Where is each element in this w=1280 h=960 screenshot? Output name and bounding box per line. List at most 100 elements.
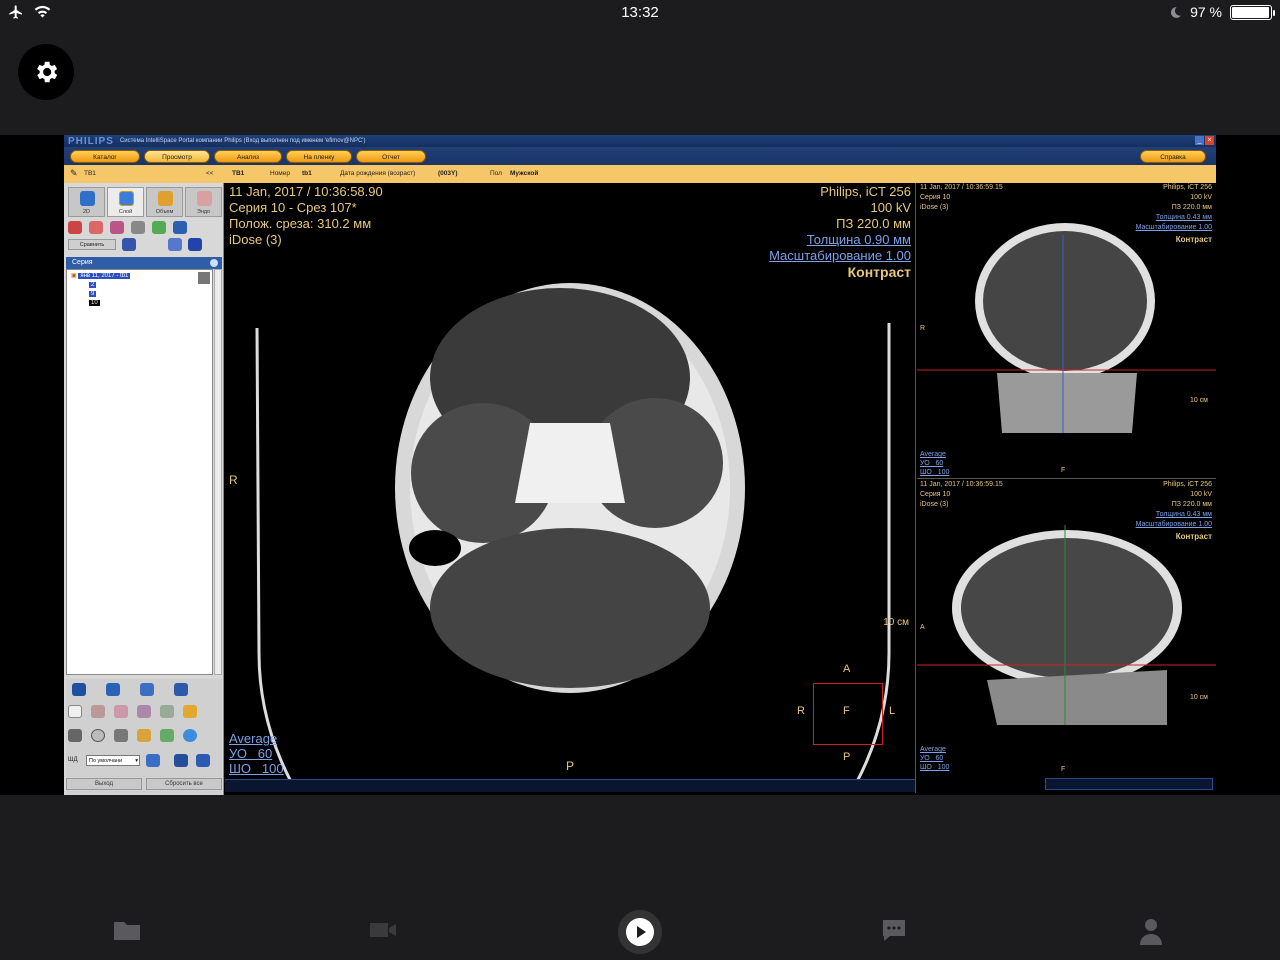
grid-tool-icon[interactable] bbox=[173, 221, 187, 234]
series-header: Серия bbox=[66, 257, 222, 269]
layout-tool-icon[interactable] bbox=[168, 238, 182, 251]
main-window-mode[interactable]: Average bbox=[229, 731, 277, 746]
chat-tab[interactable] bbox=[880, 918, 912, 946]
window-tool-icon[interactable] bbox=[137, 705, 151, 718]
compare-button[interactable]: Сравнить bbox=[68, 239, 116, 250]
menu-bar: Каталог Просмотр Анализ На пленку Отчет … bbox=[64, 147, 1216, 165]
link-tool-icon[interactable] bbox=[122, 238, 136, 251]
annotate-tool-icon[interactable] bbox=[160, 729, 174, 742]
sagittal-viewport[interactable]: 11 Jan, 2017 / 10:36:59.15 Серия 10 iDos… bbox=[917, 480, 1216, 793]
battery-fill bbox=[1232, 6, 1269, 18]
shd-select[interactable]: По умолчани ▾ bbox=[86, 755, 140, 766]
axial-slice-scrollbar[interactable] bbox=[225, 779, 915, 792]
main-wl[interactable]: УО 60 bbox=[229, 746, 272, 761]
circle-roi-icon[interactable] bbox=[183, 729, 197, 742]
coronal-wl[interactable]: УО 60 bbox=[920, 460, 943, 467]
coronal-ww[interactable]: ШО 100 bbox=[920, 469, 949, 476]
tool-tab-2d-label: 2D bbox=[82, 209, 91, 215]
menu-prosmotr[interactable]: Просмотр bbox=[144, 150, 210, 163]
layout-2-icon[interactable] bbox=[174, 754, 188, 767]
menu-otchet[interactable]: Отчет bbox=[356, 150, 426, 163]
series-header-label: Серия bbox=[72, 259, 93, 266]
coronal-window-mode[interactable]: Average bbox=[920, 451, 946, 458]
book-icon[interactable] bbox=[174, 683, 188, 696]
bone-tool-icon[interactable] bbox=[131, 221, 145, 234]
patient-number: tb1 bbox=[302, 170, 312, 177]
tool-tab-endo[interactable]: Эндо bbox=[185, 187, 222, 217]
video-tab[interactable] bbox=[368, 918, 400, 946]
lungs-tool-icon[interactable] bbox=[68, 221, 82, 234]
tool-tab-obem[interactable]: Объем bbox=[146, 187, 183, 217]
patient-tab[interactable]: ТВ1 bbox=[84, 170, 96, 177]
series-thumbnail[interactable] bbox=[198, 272, 210, 284]
coronal-series: Серия 10 bbox=[920, 194, 951, 201]
main-ww[interactable]: ШО 100 bbox=[229, 761, 284, 776]
play-tab[interactable] bbox=[618, 910, 662, 954]
angle-tool-icon[interactable] bbox=[114, 729, 128, 742]
app-root: 13:32 97 % PHILIPS Система IntelliSpace … bbox=[0, 0, 1280, 960]
hand-tool-icon[interactable] bbox=[91, 705, 105, 718]
main-thickness-link[interactable]: Толщина 0.90 мм bbox=[807, 232, 911, 247]
copy-icon[interactable] bbox=[140, 683, 154, 696]
coronal-scale-link[interactable]: Масштабирование 1.00 bbox=[1136, 224, 1212, 231]
tool-tab-sloy[interactable]: Слой bbox=[107, 187, 144, 217]
profile-tab[interactable] bbox=[1136, 916, 1168, 948]
main-idose: iDose (3) bbox=[229, 232, 282, 247]
pointer-tool-icon[interactable] bbox=[68, 705, 82, 718]
main-r-label: R bbox=[229, 473, 238, 487]
coronal-thickness-link[interactable]: Толщина 0.43 мм bbox=[1156, 214, 1212, 221]
menu-katalog[interactable]: Каталог bbox=[70, 150, 140, 163]
layout-1-icon[interactable] bbox=[146, 754, 160, 767]
sagittal-ww[interactable]: ШО 100 bbox=[920, 764, 949, 771]
orient-a: A bbox=[843, 663, 851, 675]
sagittal-window-mode[interactable]: Average bbox=[920, 746, 946, 753]
menu-analiz[interactable]: Анализ bbox=[214, 150, 282, 163]
folder-tab[interactable] bbox=[112, 918, 144, 946]
left-tool-panel: 2D Слой Объем Эндо Сравнить Серия ▣ янв … bbox=[64, 183, 224, 795]
series-collapse-icon[interactable] bbox=[210, 259, 218, 267]
sagittal-f-label: F bbox=[1061, 766, 1066, 773]
layout-3-icon[interactable] bbox=[196, 754, 210, 767]
coronal-contrast[interactable]: Контраст bbox=[1176, 235, 1212, 244]
series-scrollbar[interactable] bbox=[214, 269, 222, 675]
minimize-icon[interactable]: _ bbox=[1195, 136, 1204, 145]
zoom-tool-icon[interactable] bbox=[114, 705, 128, 718]
collapse-button[interactable]: << bbox=[206, 170, 214, 177]
series-root-item[interactable]: ▣ янв 11, 2017 - tb1 bbox=[71, 272, 131, 280]
ruler-tool-icon[interactable] bbox=[137, 729, 151, 742]
menu-na-plenku[interactable]: На пленку bbox=[286, 150, 352, 163]
battery-percent: 97 % bbox=[1190, 4, 1222, 20]
patient-tab-icon[interactable]: ✎ bbox=[70, 168, 78, 179]
line-tool-icon[interactable] bbox=[68, 729, 82, 742]
coronal-r-label: R bbox=[920, 325, 926, 332]
eraser-tool-icon[interactable] bbox=[183, 705, 197, 718]
ellipse-tool-icon[interactable] bbox=[91, 729, 105, 742]
sagittal-contrast[interactable]: Контраст bbox=[1176, 532, 1212, 541]
main-contrast[interactable]: Контраст bbox=[848, 264, 911, 280]
window-title: Система IntelliSpace Portal компании Phi… bbox=[119, 138, 366, 144]
exit-button[interactable]: Выход bbox=[66, 778, 142, 790]
sagittal-thickness-link[interactable]: Толщина 0.43 мм bbox=[1156, 511, 1212, 518]
main-scale-link[interactable]: Масштабирование 1.00 bbox=[769, 248, 911, 263]
series-item-9[interactable]: 9 bbox=[89, 290, 97, 298]
rotate-tool-icon[interactable] bbox=[160, 705, 174, 718]
settings-button[interactable] bbox=[18, 44, 74, 100]
tool-tab-endo-label: Эндо bbox=[196, 209, 211, 215]
series-item-2[interactable]: 2 bbox=[89, 281, 97, 289]
sagittal-scrollbar[interactable] bbox=[1045, 778, 1213, 790]
axial-viewport[interactable]: 11 Jan, 2017 / 10:36:58.90 Серия 10 - Ср… bbox=[225, 183, 916, 793]
menu-help[interactable]: Справка bbox=[1140, 150, 1206, 163]
sagittal-wl[interactable]: УО 60 bbox=[920, 755, 943, 762]
reset-all-button[interactable]: Сбросить все bbox=[146, 778, 222, 790]
save-icon[interactable] bbox=[72, 683, 86, 696]
camera-icon[interactable] bbox=[106, 683, 120, 696]
sagittal-scale-link[interactable]: Масштабирование 1.00 bbox=[1136, 521, 1212, 528]
tree-tool-icon[interactable] bbox=[152, 221, 166, 234]
vessel-tool-icon[interactable] bbox=[110, 221, 124, 234]
heart-tool-icon[interactable] bbox=[89, 221, 103, 234]
tool-tab-2d[interactable]: 2D bbox=[68, 187, 105, 217]
series-item-10[interactable]: 10 bbox=[89, 299, 100, 307]
close-icon[interactable]: × bbox=[1205, 136, 1214, 145]
screen-tool-icon[interactable] bbox=[188, 238, 202, 251]
coronal-viewport[interactable]: 11 Jan, 2017 / 10:36:59.15 Серия 10 iDos… bbox=[917, 183, 1216, 479]
